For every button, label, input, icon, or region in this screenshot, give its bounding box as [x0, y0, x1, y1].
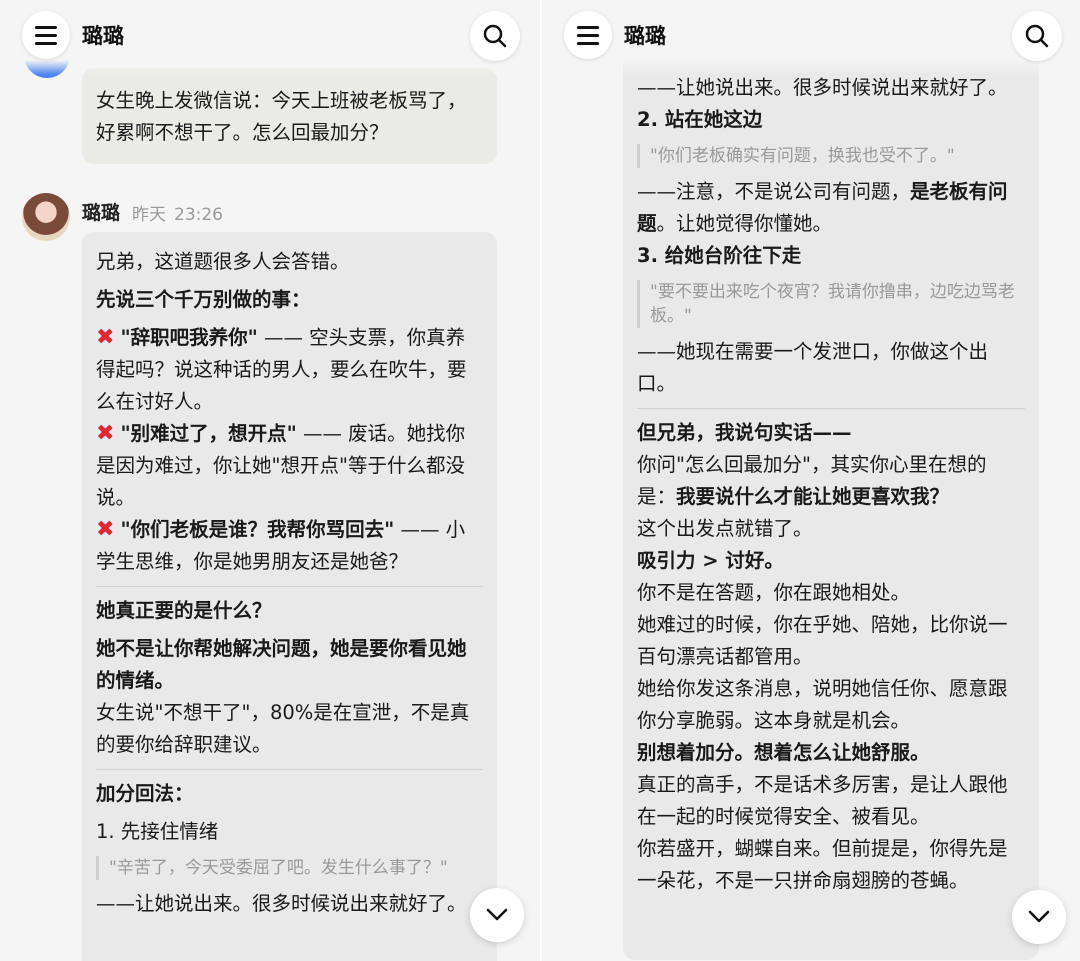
menu-button[interactable]	[564, 11, 612, 59]
dont-item: ✖ "别难过了，想开点" —— 废话。她找你是因为难过，你让她"想开点"等于什么都…	[96, 421, 466, 509]
attract-line: 吸引力 > 讨好。	[637, 549, 784, 572]
step1-title: 1. 先接住情绪	[96, 820, 219, 843]
plus-title: 加分回法：	[96, 782, 194, 805]
scroll-down-button[interactable]	[470, 888, 524, 942]
cross-icon: ✖	[96, 421, 115, 446]
step2-title: 2. 站在她这边	[637, 108, 763, 131]
step3-title: 3. 给她台阶往下走	[637, 244, 802, 267]
assistant-avatar	[22, 193, 70, 241]
scroll-down-button[interactable]	[1012, 890, 1066, 944]
step2-quote: "你们老板确实有问题，换我也受不了。"	[637, 144, 1025, 168]
search-button[interactable]	[1012, 11, 1062, 61]
step2-text: ——注意，不是说公司有问题，是老板有问题。让她觉得你懂她。	[637, 180, 1008, 235]
chat-title: 璐璐	[624, 24, 666, 48]
body-line: 你若盛开，蝴蝶自来。但前提是，你得先是一朵花，不是一只拼命扇翅膀的苍蝇。	[637, 837, 1008, 892]
chat-panel-left: 女生晚上发微信说：今天上班被老板骂了，好累啊不想干了。怎么回最加分？ 璐璐 昨天…	[0, 0, 540, 961]
search-icon	[483, 24, 507, 48]
step1-text: ——让她说出来。很多时候说出来就好了。	[637, 76, 1008, 99]
user-message-bubble: 女生晚上发微信说：今天上班被老板骂了，好累啊不想干了。怎么回最加分？	[82, 68, 497, 164]
truth-conclusion: 这个出发点就错了。	[637, 517, 813, 540]
need-title: 她真正要的是什么？	[96, 599, 272, 622]
search-button[interactable]	[470, 11, 520, 61]
assistant-message-bubble: ——让她说出来。很多时候说出来就好了。 2. 站在她这边 "你们老板确实有问题，…	[623, 0, 1039, 960]
need-bold-text: 她不是让你帮她解决问题，她是要你看见她的情绪。	[96, 637, 467, 692]
cross-icon: ✖	[96, 517, 115, 542]
assistant-name: 璐璐	[82, 202, 121, 224]
body-line: 她难过的时候，你在乎她、陪她，比你说一百句漂亮话都管用。	[637, 613, 1008, 668]
user-message-text: 女生晚上发微信说：今天上班被老板骂了，好累啊不想干了。怎么回最加分？	[96, 89, 467, 144]
need-text: 女生说"不想干了"，80%是在宣泄，不是真的要你给辞职建议。	[96, 701, 470, 756]
body-line: 别想着加分。想着怎么让她舒服。	[637, 741, 930, 764]
dont-item: ✖ "辞职吧我养你" —— 空头支票，你真养得起吗？说这种话的男人，要么在吹牛，要…	[96, 325, 467, 413]
divider	[96, 586, 483, 587]
body-line: 你不是在答题，你在跟她相处。	[637, 581, 911, 604]
body-line: 她给你发这条消息，说明她信任你、愿意跟你分享脆弱。这本身就是机会。	[637, 677, 1008, 732]
dont-item: ✖ "你们老板是谁？我帮你骂回去" —— 小学生思维，你是她男朋友还是她爸？	[96, 517, 466, 573]
step3-quote: "要不要出来吃个夜宵？我请你撸串，边吃边骂老板。"	[637, 280, 1025, 328]
step1-quote: "辛苦了，今天受委屈了吧。发生什么事了？"	[96, 856, 483, 880]
divider	[96, 769, 483, 770]
step1-text: ——让她说出来。很多时候说出来就好了。	[96, 892, 467, 915]
donts-title: 先说三个千万别做的事：	[96, 288, 311, 311]
top-bar: 璐璐	[542, 0, 1080, 70]
chat-panel-right: ——让她说出来。很多时候说出来就好了。 2. 站在她这边 "你们老板确实有问题，…	[542, 0, 1080, 961]
message-timestamp: 昨天 23:26	[132, 205, 223, 225]
top-bar: 璐璐	[0, 0, 540, 70]
chevron-down-icon	[486, 908, 508, 921]
truth-text: 你问"怎么回最加分"，其实你心里在想的是：我要说什么才能让她更喜欢我？	[637, 453, 987, 508]
assistant-message-bubble: 兄弟，这道题很多人会答错。 先说三个千万别做的事： ✖ "辞职吧我养你" —— 空…	[82, 232, 497, 961]
intro-text: 兄弟，这道题很多人会答错。	[96, 250, 350, 273]
body-line: 真正的高手，不是话术多厉害，是让人跟他在一起的时候觉得安全、被看见。	[637, 773, 1008, 828]
search-icon	[1025, 24, 1049, 48]
menu-button[interactable]	[22, 11, 70, 59]
chevron-down-icon	[1028, 910, 1050, 923]
cross-icon: ✖	[96, 325, 115, 350]
divider	[637, 408, 1025, 409]
chat-title: 璐璐	[82, 24, 124, 48]
truth-title: 但兄弟，我说句实话——	[637, 421, 852, 444]
step3-text: ——她现在需要一个发泄口，你做这个出口。	[637, 340, 989, 395]
